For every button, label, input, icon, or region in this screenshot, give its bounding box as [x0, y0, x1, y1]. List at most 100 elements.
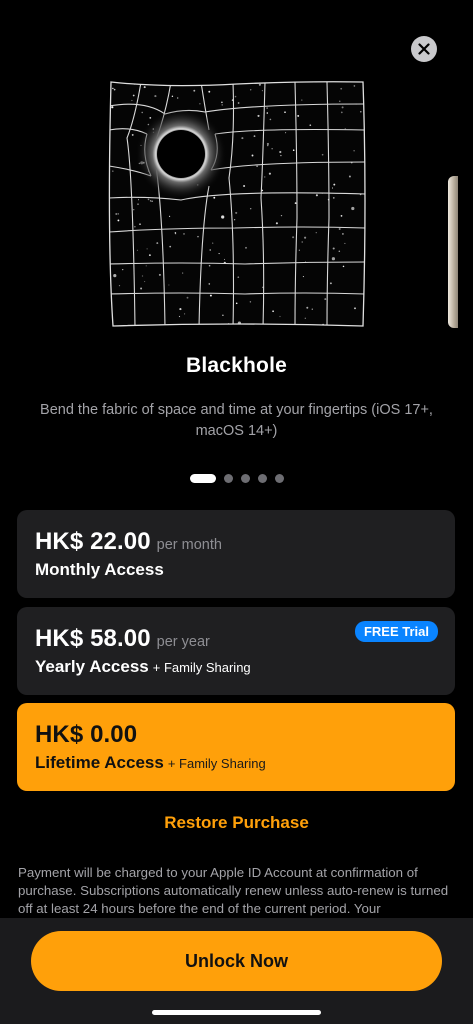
star: [147, 198, 150, 201]
star: [348, 175, 351, 178]
plan-name: Lifetime Access: [35, 753, 164, 772]
star: [315, 194, 318, 197]
star: [177, 97, 179, 99]
family-sharing-label: + Family Sharing: [152, 660, 251, 675]
feature-title: Blackhole: [185, 354, 287, 377]
star: [304, 317, 306, 319]
star: [266, 112, 269, 114]
close-button[interactable]: [411, 36, 437, 62]
star: [213, 196, 216, 199]
star: [237, 276, 240, 279]
close-icon: [418, 43, 430, 55]
star: [261, 90, 263, 92]
star: [331, 257, 335, 261]
star: [209, 294, 212, 297]
star: [143, 86, 146, 89]
star: [221, 101, 223, 104]
free-trial-badge: FREE Trial: [354, 621, 438, 642]
star: [131, 99, 133, 102]
star: [354, 307, 356, 310]
star: [151, 200, 153, 203]
star: [208, 283, 211, 285]
star: [243, 184, 246, 188]
restore-purchase-button[interactable]: Restore Purchase: [0, 813, 473, 833]
star: [332, 247, 335, 250]
star: [199, 103, 201, 105]
star: [149, 117, 152, 119]
star: [235, 302, 238, 305]
page-dot[interactable]: [274, 474, 284, 483]
star: [264, 176, 266, 178]
star: [304, 236, 307, 239]
star: [208, 264, 211, 267]
page-indicator[interactable]: [0, 474, 473, 483]
star: [186, 296, 189, 299]
star: [332, 197, 335, 199]
star: [285, 132, 287, 134]
star: [302, 276, 304, 278]
star: [136, 249, 138, 251]
star: [339, 100, 341, 102]
star: [145, 265, 147, 267]
star: [249, 301, 252, 303]
star: [241, 137, 244, 140]
plan-monthly[interactable]: HK$ 22.00 per month Monthly Access: [17, 510, 455, 598]
star: [340, 87, 343, 90]
star: [197, 235, 199, 238]
page-dot[interactable]: [240, 474, 250, 483]
star: [245, 246, 247, 249]
star: [222, 314, 224, 317]
star: [171, 95, 174, 98]
star: [118, 284, 121, 287]
star: [132, 94, 135, 97]
star: [272, 310, 274, 313]
star: [111, 106, 114, 109]
star: [333, 183, 336, 186]
star: [169, 245, 172, 248]
star: [137, 199, 140, 201]
star: [279, 150, 282, 154]
star: [344, 128, 346, 130]
plan-period: per year: [156, 634, 210, 650]
page-dot[interactable]: [257, 474, 267, 483]
blackhole-illustration: [108, 81, 366, 327]
star: [141, 275, 144, 277]
star: [175, 233, 177, 235]
star: [340, 215, 343, 217]
star: [267, 145, 269, 147]
star: [140, 287, 143, 290]
star: [249, 207, 252, 210]
star: [233, 219, 236, 221]
plan-price: HK$ 22.00: [35, 528, 151, 555]
star: [221, 104, 223, 106]
plan-lifetime[interactable]: HK$ 0.00 Lifetime Access + Family Sharin…: [17, 703, 455, 791]
star: [338, 250, 341, 252]
star: [298, 249, 300, 251]
star: [353, 85, 356, 87]
star: [115, 212, 118, 216]
star: [294, 202, 297, 204]
star: [178, 315, 181, 318]
star: [117, 219, 120, 222]
star: [158, 273, 161, 276]
star: [275, 222, 278, 225]
star: [292, 236, 295, 239]
star: [144, 281, 146, 283]
star: [258, 83, 261, 86]
unlock-now-button[interactable]: Unlock Now: [31, 931, 442, 991]
star: [131, 133, 134, 136]
star: [179, 308, 182, 311]
page-dot[interactable]: [223, 474, 233, 483]
plan-yearly[interactable]: HK$ 58.00 per year Yearly Access + Famil…: [17, 607, 455, 695]
star: [113, 274, 117, 278]
next-feature-card-peek[interactable]: [448, 176, 458, 328]
page-dot[interactable]: [189, 474, 216, 483]
star: [137, 203, 139, 205]
star: [301, 99, 303, 101]
star: [297, 114, 300, 117]
star: [266, 107, 268, 109]
star: [209, 249, 211, 251]
star: [223, 258, 226, 260]
star: [306, 306, 309, 309]
star: [253, 135, 256, 137]
